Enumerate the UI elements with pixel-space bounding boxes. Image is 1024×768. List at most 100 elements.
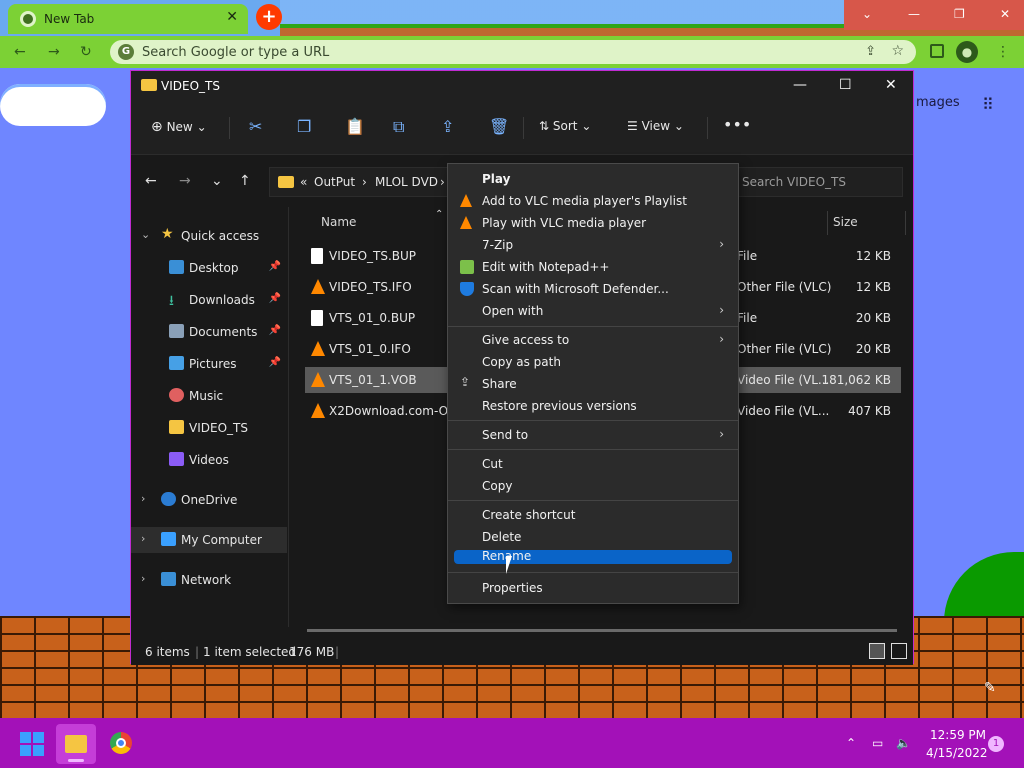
windows-start-icon[interactable] xyxy=(20,732,44,756)
reload-icon[interactable]: ↻ xyxy=(80,44,92,60)
menu-item-scan-defender[interactable]: Scan with Microsoft Defender... xyxy=(454,278,732,300)
view-label: View xyxy=(641,119,671,133)
chevron-right-icon[interactable]: › xyxy=(141,492,145,505)
new-button[interactable]: ⊕ New ⌄ xyxy=(151,119,207,135)
menu-item-cut[interactable]: Cut xyxy=(454,453,732,475)
menu-item-copy-as-path[interactable]: Copy as path xyxy=(454,351,732,373)
close-tab-icon[interactable]: ✕ xyxy=(226,9,238,25)
omnibox[interactable]: G Search Google or type a URL ⇪ ☆ xyxy=(110,40,916,64)
file-type: Video File (VL... xyxy=(737,373,830,387)
back-icon[interactable]: ← xyxy=(14,44,26,60)
share-icon[interactable]: ⇪ xyxy=(441,117,454,136)
chevron-right-icon[interactable]: › xyxy=(141,532,145,545)
up-icon[interactable]: ↑ xyxy=(239,173,251,189)
nav-onedrive[interactable]: › OneDrive xyxy=(131,487,287,513)
view-button[interactable]: ☰ View ⌄ xyxy=(627,119,684,133)
column-divider[interactable] xyxy=(905,211,906,235)
recent-locations-icon[interactable]: ⌄ xyxy=(211,173,223,189)
chevron-up-icon[interactable]: ⌃ xyxy=(846,736,856,750)
menu-item-rename[interactable]: Rename xyxy=(454,549,732,564)
minimize-icon[interactable]: — xyxy=(793,77,807,93)
forward-icon[interactable]: → xyxy=(48,44,60,60)
nav-video-ts[interactable]: VIDEO_TS xyxy=(131,415,287,441)
file-type: Video File (VL... xyxy=(737,404,830,418)
minimize-icon[interactable]: — xyxy=(908,7,920,21)
extension-icon[interactable] xyxy=(930,44,944,58)
menu-item-properties[interactable]: Properties xyxy=(454,577,732,599)
chevron-down-icon[interactable]: ⌄ xyxy=(862,7,872,21)
forward-icon[interactable]: → xyxy=(179,173,191,189)
menu-item-restore-versions[interactable]: Restore previous versions xyxy=(454,395,732,417)
details-view-icon[interactable] xyxy=(869,643,885,659)
column-header-size[interactable]: Size xyxy=(833,215,858,229)
menu-item-delete[interactable]: Delete xyxy=(454,526,732,548)
menu-item-play-with-vlc[interactable]: Play with VLC media player xyxy=(454,212,732,234)
sort-button[interactable]: ⇅ Sort ⌄ xyxy=(539,119,591,133)
breadcrumb-item[interactable]: OutPut xyxy=(314,175,355,189)
address-bar[interactable]: « OutPut › MLOL DVD › xyxy=(269,167,449,197)
maximize-icon[interactable]: ☐ xyxy=(839,77,852,93)
menu-item-play[interactable]: Play xyxy=(454,168,732,190)
nav-videos[interactable]: Videos xyxy=(131,447,287,473)
pencil-icon[interactable]: ✎ xyxy=(984,680,996,696)
close-icon[interactable]: ✕ xyxy=(885,77,897,93)
menu-item-create-shortcut[interactable]: Create shortcut xyxy=(454,504,732,526)
close-icon[interactable]: ✕ xyxy=(1000,7,1010,21)
share-icon[interactable]: ⇪ xyxy=(865,44,876,59)
menu-item-send-to[interactable]: Send to › xyxy=(454,424,732,446)
nav-quick-access[interactable]: ⌄ ★ Quick access xyxy=(131,223,287,249)
rename-icon[interactable]: ⧉ xyxy=(393,117,404,137)
taskbar-chrome-icon[interactable] xyxy=(110,732,132,754)
menu-item-7zip[interactable]: 7-Zip › xyxy=(454,234,732,256)
music-icon xyxy=(169,388,184,402)
breadcrumb-item[interactable]: MLOL DVD xyxy=(375,175,438,189)
nav-desktop[interactable]: Desktop 📌 xyxy=(131,255,287,281)
google-apps-icon[interactable]: ⠿ xyxy=(982,95,994,114)
browser-menu-icon[interactable]: ⋮ xyxy=(996,44,1010,60)
browser-tab[interactable]: New Tab ✕ xyxy=(8,4,248,34)
nav-pictures[interactable]: Pictures 📌 xyxy=(131,351,287,377)
clock-time[interactable]: 12:59 PM xyxy=(930,728,986,742)
menu-item-copy[interactable]: Copy xyxy=(454,475,732,497)
horizontal-scrollbar[interactable] xyxy=(307,629,897,632)
nav-my-computer[interactable]: › My Computer xyxy=(131,527,287,553)
delete-icon[interactable]: 🗑 xyxy=(489,117,509,136)
new-tab-button[interactable]: + xyxy=(256,4,282,30)
more-options-icon[interactable]: ••• xyxy=(723,115,751,134)
profile-avatar-icon[interactable]: ● xyxy=(956,41,978,63)
paste-icon[interactable]: 📋 xyxy=(345,117,365,136)
back-icon[interactable]: ← xyxy=(145,173,157,189)
download-icon: ⭳ xyxy=(169,293,174,309)
nav-music[interactable]: Music xyxy=(131,383,287,409)
nav-downloads[interactable]: ⭳ Downloads 📌 xyxy=(131,287,287,313)
notification-badge[interactable]: 1 xyxy=(988,736,1004,752)
cut-icon[interactable]: ✂ xyxy=(249,117,262,136)
menu-item-add-to-vlc-playlist[interactable]: Add to VLC media player's Playlist xyxy=(454,190,732,212)
file-size: 12 KB xyxy=(855,280,891,294)
nav-documents[interactable]: Documents 📌 xyxy=(131,319,287,345)
search-input[interactable]: Search VIDEO_TS xyxy=(735,167,903,197)
clock-date[interactable]: 4/15/2022 xyxy=(926,746,988,760)
nav-network[interactable]: › Network xyxy=(131,567,287,593)
restore-icon[interactable]: ❐ xyxy=(954,7,965,21)
column-divider[interactable] xyxy=(827,211,828,235)
tiles-view-icon[interactable] xyxy=(891,643,907,659)
chevron-right-icon[interactable]: › xyxy=(141,572,145,585)
taskbar-file-explorer[interactable] xyxy=(56,724,96,764)
menu-item-edit-notepad[interactable]: Edit with Notepad++ xyxy=(454,256,732,278)
bookmark-star-icon[interactable]: ☆ xyxy=(891,43,904,59)
volume-icon[interactable]: 🔈 xyxy=(896,736,911,750)
menu-item-share[interactable]: ⇪ Share xyxy=(454,373,732,395)
file-type: Other File (VLC) xyxy=(737,280,832,294)
chevron-down-icon[interactable]: ⌄ xyxy=(141,228,150,241)
copy-icon[interactable]: ❐ xyxy=(297,117,311,136)
file-icon xyxy=(311,248,323,264)
menu-item-give-access[interactable]: Give access to › xyxy=(454,329,732,351)
column-header-name[interactable]: Name xyxy=(321,215,356,229)
menu-label: Scan with Microsoft Defender... xyxy=(482,282,669,296)
display-icon[interactable]: ▭ xyxy=(872,736,883,750)
menu-item-open-with[interactable]: Open with › xyxy=(454,300,732,322)
breadcrumb-overflow[interactable]: « xyxy=(300,175,307,189)
file-size: 20 KB xyxy=(855,342,891,356)
images-link[interactable]: mages xyxy=(916,95,960,110)
